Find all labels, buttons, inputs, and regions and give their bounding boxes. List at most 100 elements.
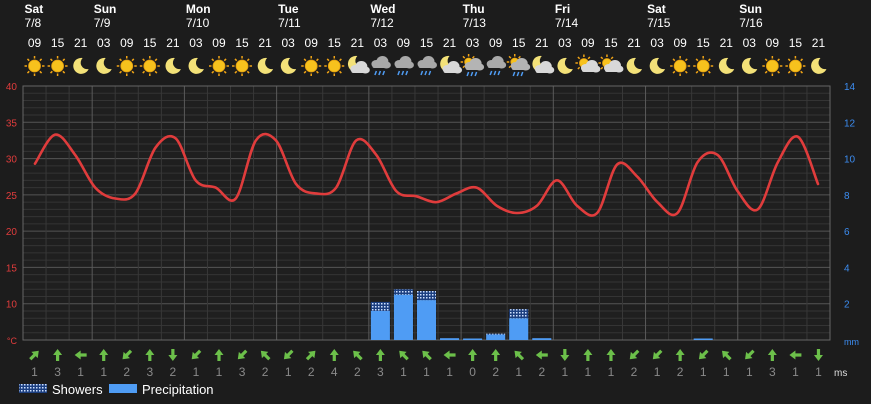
precipitation-tick: 4 (844, 263, 850, 274)
hour-label: 21 (166, 36, 180, 50)
wind-speed: 1 (585, 365, 592, 379)
showers-bar (486, 333, 506, 335)
moon-icon (165, 57, 181, 74)
legend-swatch-showers (19, 384, 47, 393)
wind-speed: 1 (608, 365, 615, 379)
hour-label: 03 (558, 36, 572, 50)
wind-speed: 4 (331, 365, 338, 379)
sun-icon (785, 56, 806, 76)
wind-arrow-icon (53, 349, 63, 361)
precipitation-bar (416, 300, 437, 340)
day-date: 7/14 (555, 16, 579, 30)
wind-speed: 1 (446, 365, 453, 379)
wind-speed: 1 (700, 365, 707, 379)
hour-label: 03 (743, 36, 757, 50)
wind-arrow-icon (652, 349, 663, 360)
wind-arrow-icon (722, 350, 732, 361)
temperature-tick: 15 (6, 263, 18, 274)
precipitation-tick: 2 (844, 300, 850, 311)
moon-icon (626, 57, 643, 74)
wind-speed: 2 (123, 365, 130, 379)
wind-speed: 1 (100, 365, 107, 379)
precipitation-bar (693, 338, 713, 340)
legend-label: Showers (52, 382, 103, 397)
wind-arrow-icon (468, 349, 478, 361)
day-date: 7/11 (278, 16, 301, 30)
legend-swatch-precipitation (109, 384, 137, 393)
moon-cloud-icon (440, 55, 463, 74)
precipitation-tick: 10 (844, 155, 856, 166)
moon-cloud-icon (347, 55, 370, 74)
precipitation-bar (440, 338, 460, 340)
cloud-rain-icon (417, 56, 437, 76)
wind-arrow-icon (583, 349, 593, 361)
day-date: 7/9 (94, 16, 111, 30)
wind-speed: 1 (723, 365, 730, 379)
sun-cloud-rain-icon (506, 54, 531, 77)
showers-bar (370, 301, 390, 311)
day-name: Sun (94, 2, 117, 16)
wind-speed: 1 (423, 365, 430, 379)
cloud-rain-icon (394, 56, 414, 76)
wind-speed: 2 (308, 365, 315, 379)
hour-label: 15 (51, 36, 65, 50)
wind-arrow-icon (191, 349, 202, 360)
day-date: 7/15 (647, 16, 671, 30)
hour-label: 15 (235, 36, 249, 50)
wind-arrow-icon (535, 350, 548, 360)
moon-icon (188, 57, 204, 74)
day-date: 7/10 (186, 16, 210, 30)
day-date: 7/8 (25, 16, 42, 30)
hour-label: 15 (420, 36, 434, 50)
precipitation-tick: 6 (844, 227, 850, 238)
wind-speed: 0 (469, 365, 476, 379)
wind-speed: 1 (31, 365, 38, 379)
sun-icon (324, 56, 345, 76)
wind-unit: ms (834, 368, 847, 379)
wind-arrow-icon (260, 350, 271, 361)
wind-speed: 3 (54, 365, 61, 379)
wind-arrow-icon (789, 350, 802, 360)
wind-arrow-icon (375, 349, 385, 361)
day-name: Fri (555, 2, 570, 16)
hour-label: 21 (443, 36, 457, 50)
sun-cloud-rain-icon (460, 54, 485, 77)
wind-speed: 1 (193, 365, 200, 379)
hour-label: 09 (489, 36, 503, 50)
hour-label: 15 (328, 36, 342, 50)
wind-speed: 2 (262, 365, 269, 379)
wind-arrow-icon (491, 349, 501, 361)
hour-label: 21 (351, 36, 365, 50)
temperature-tick: 30 (6, 155, 18, 166)
wind-speed: 2 (354, 365, 361, 379)
day-name: Tue (278, 2, 299, 16)
wind-arrow-icon (237, 349, 248, 360)
sun-icon (139, 56, 160, 76)
wind-speed: 2 (492, 365, 499, 379)
sun-icon (301, 56, 322, 76)
day-header: Sat7/8Sun7/9Mon7/10Tue7/11Wed7/12Thu7/13… (25, 2, 763, 30)
wind-speed: 3 (239, 365, 246, 379)
moon-icon (257, 57, 274, 74)
hour-label: 09 (212, 36, 226, 50)
showers-bar (509, 309, 529, 319)
hour-label: 03 (374, 36, 388, 50)
hour-label: 09 (120, 36, 134, 50)
wind-arrow-icon (560, 349, 570, 361)
moon-icon (718, 57, 735, 74)
hour-label: 09 (581, 36, 595, 50)
hour-label: 15 (789, 36, 803, 50)
hour-label: 09 (28, 36, 42, 50)
moon-icon (96, 57, 112, 74)
wind-speed: 1 (815, 365, 822, 379)
wind-arrow-icon (514, 350, 525, 361)
precipitation-axis: 2 4 6 8 10 12 14 mm (844, 82, 859, 347)
precipitation-bar (509, 318, 529, 340)
wind-speed: 2 (538, 365, 545, 379)
hour-label: 03 (189, 36, 203, 50)
day-date: 7/16 (739, 16, 763, 30)
moon-icon (280, 57, 297, 74)
wind-arrow-icon (629, 349, 640, 360)
day-date: 7/12 (370, 16, 394, 30)
legend-label: Precipitation (142, 382, 214, 397)
